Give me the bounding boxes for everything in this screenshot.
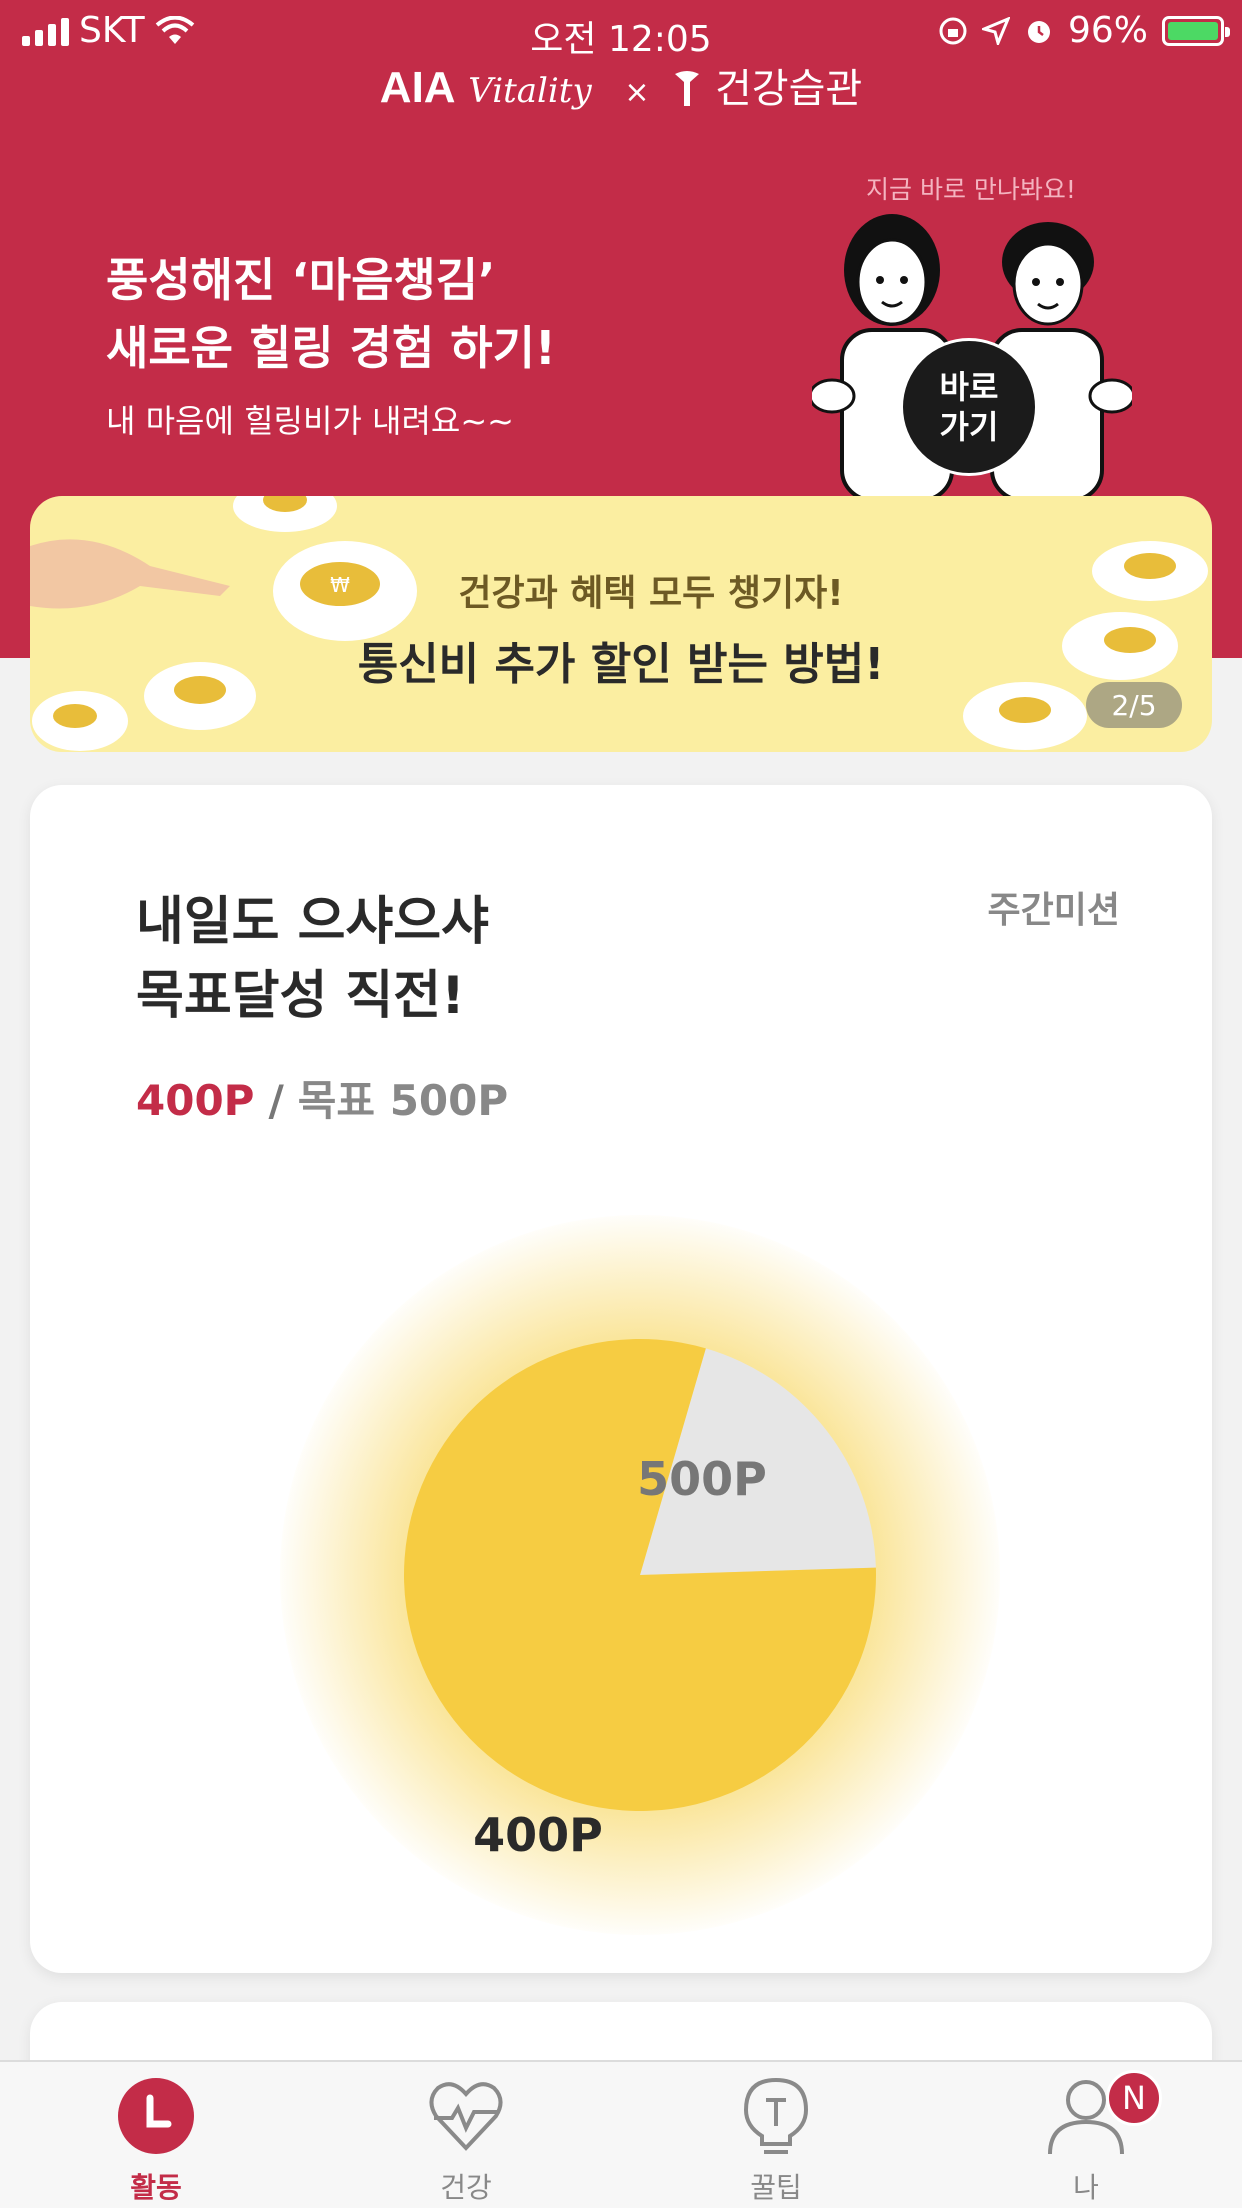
tab-health[interactable]: 건강 bbox=[366, 2076, 566, 2206]
current-points: 400P bbox=[136, 1076, 255, 1125]
battery-percent: 96% bbox=[1067, 10, 1148, 51]
points-progress: 400P / 목표 500P bbox=[136, 1067, 508, 1128]
go-label-line1: 바로 bbox=[939, 368, 999, 406]
pie-label-400P: 400P bbox=[473, 1808, 603, 1862]
banner-pager: 2/5 bbox=[1086, 682, 1182, 728]
mission-title: 내일도 으샤으샤 목표달성 직전! bbox=[136, 885, 489, 1033]
go-label-line2: 가기 bbox=[939, 408, 999, 446]
app-screen: SKT 오전 12:05 96% AIA Vitality × 건강습관 풍성해… bbox=[0, 0, 1242, 2208]
hero-title-line1: 풍성해진 ‘마음챙김’ bbox=[106, 253, 496, 307]
meet-now-text: 지금 바로 만나봐요! bbox=[866, 175, 1076, 204]
new-badge: N bbox=[1106, 2070, 1162, 2126]
pie-label-500P: 500P bbox=[637, 1452, 767, 1506]
points-separator: / bbox=[268, 1076, 284, 1125]
tab-tips[interactable]: 꿀팁 bbox=[676, 2076, 876, 2206]
bottom-tab-bar: 활동 건강 꿀팁 N 나 bbox=[0, 2060, 1242, 2208]
partner-logo-icon bbox=[675, 71, 700, 106]
tab-activity[interactable]: 활동 bbox=[56, 2076, 256, 2206]
goal-points: 목표 500P bbox=[297, 1076, 509, 1125]
pie-svg: 500P 400P bbox=[403, 1339, 876, 1862]
tab-label: 건강 bbox=[440, 2171, 492, 2204]
brand-times: × bbox=[624, 75, 650, 110]
brand-header: AIA Vitality × 건강습관 bbox=[0, 56, 1242, 114]
go-now-button[interactable]: 바로 가기 bbox=[900, 338, 1038, 476]
heart-pulse-icon bbox=[429, 2082, 503, 2151]
tab-me[interactable]: N 나 bbox=[986, 2070, 1186, 2206]
status-bar: SKT 오전 12:05 96% bbox=[0, 0, 1242, 62]
hero-title[interactable]: 풍성해진 ‘마음챙김’ 새로운 힐링 경험 하기! bbox=[106, 246, 556, 382]
tab-label: 나 bbox=[1073, 2171, 1099, 2204]
rotation-lock-icon bbox=[939, 17, 967, 44]
coin-egg-icon bbox=[32, 691, 128, 751]
tab-label: 활동 bbox=[130, 2171, 182, 2204]
banner-headline: 건강과 혜택 모두 챙기자! bbox=[458, 573, 844, 614]
tab-label: 꿀팁 bbox=[750, 2171, 802, 2204]
points-pie-chart: 500P 400P bbox=[280, 1215, 1000, 1935]
coin-egg-icon bbox=[233, 496, 337, 532]
hero-subtitle: 내 마음에 힐링비가 내려요~~ bbox=[106, 402, 514, 440]
hero-title-line2: 새로운 힐링 경험 하기! bbox=[106, 321, 556, 375]
battery-icon bbox=[1162, 15, 1230, 46]
banner-title: 통신비 추가 할인 받는 방법! bbox=[357, 639, 885, 690]
lightbulb-icon bbox=[743, 2077, 809, 2154]
mission-title-line2: 목표달성 직전! bbox=[136, 966, 465, 1026]
mission-title-line1: 내일도 으샤으샤 bbox=[136, 892, 489, 952]
partner-name: 건강습관 bbox=[714, 66, 863, 112]
weekly-mission-card[interactable]: 내일도 으샤으샤 목표달성 직전! 주간미션 400P / 목표 500P 500P… bbox=[30, 785, 1212, 1973]
weekly-mission-tag: 주간미션 bbox=[987, 890, 1120, 931]
aia-logo: AIA bbox=[379, 63, 456, 112]
clock-icon bbox=[118, 2078, 194, 2154]
vitality-logo: Vitality bbox=[468, 71, 592, 111]
promo-banner[interactable]: ₩ 건강과 혜택 모두 챙기자! 통신비 추가 할인 받는 방법! 2/5 bbox=[30, 496, 1212, 752]
location-icon bbox=[981, 16, 1010, 45]
alarm-icon bbox=[1027, 20, 1050, 43]
